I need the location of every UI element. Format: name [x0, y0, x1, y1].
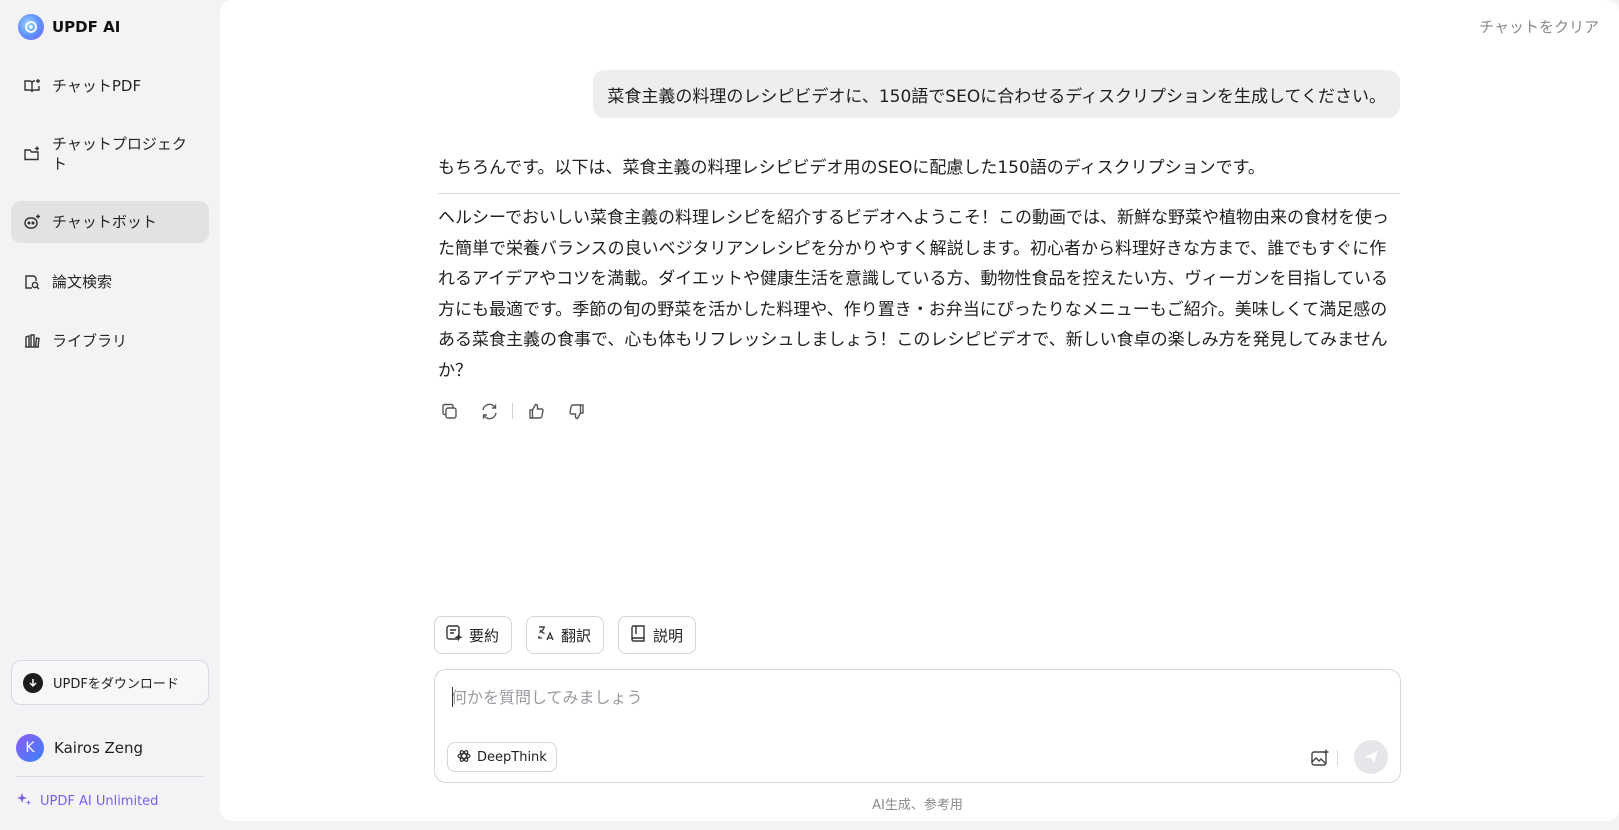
plan-label: UPDF AI Unlimited	[40, 793, 159, 809]
text-cursor	[452, 687, 453, 707]
thumbs-up-icon[interactable]	[525, 400, 547, 422]
atom-icon	[457, 748, 471, 767]
sidebar-item-label: チャットボット	[52, 213, 157, 231]
thumbs-down-icon[interactable]	[565, 400, 587, 422]
sidebar-item-label: ライブラリ	[52, 332, 128, 350]
ai-disclaimer: AI生成、参考用	[872, 798, 963, 813]
translate-button[interactable]: 翻訳	[526, 616, 604, 654]
sidebar-item-label: 論文検索	[52, 273, 113, 291]
sidebar-item-label: チャットPDF	[52, 77, 142, 95]
copy-icon[interactable]	[438, 400, 460, 422]
send-button[interactable]	[1354, 740, 1388, 774]
chat-input[interactable]	[451, 684, 1351, 710]
user-profile[interactable]: K Kairos Zeng	[16, 734, 143, 762]
translate-icon	[537, 624, 555, 646]
ai-response-body: ヘルシーでおいしい菜食主義の料理レシピを紹介するビデオへようこそ！この動画では、…	[438, 208, 1389, 381]
folder-plus-icon	[22, 144, 42, 164]
chat-input-box: DeepThink	[434, 669, 1401, 783]
explain-button[interactable]: 説明	[618, 616, 696, 654]
sparkle-icon	[16, 791, 32, 811]
download-updf-button[interactable]: UPDFをダウンロード	[11, 660, 209, 705]
brand[interactable]: UPDF AI	[18, 14, 120, 40]
user-name: Kairos Zeng	[54, 739, 144, 757]
sidebar: UPDF AI チャットPDF チャットプロジェクト チャットボット 論文検索 …	[0, 0, 220, 830]
summarize-button[interactable]: 要約	[434, 616, 512, 654]
download-label: UPDFをダウンロード	[53, 677, 179, 692]
bot-icon	[22, 212, 42, 232]
sidebar-divider	[16, 776, 204, 777]
sidebar-item-chat-project[interactable]: チャットプロジェクト	[11, 130, 209, 178]
sidebar-item-library[interactable]: ライブラリ	[11, 323, 209, 359]
sidebar-item-label: チャットプロジェクト	[52, 135, 187, 173]
image-upload-icon[interactable]	[1308, 746, 1332, 770]
regenerate-icon[interactable]	[478, 400, 500, 422]
ai-response-divider	[438, 193, 1400, 194]
ai-response-intro: もちろんです。以下は、菜食主義の料理レシピビデオ用のSEOに配慮した150語のデ…	[438, 158, 1265, 178]
download-icon	[23, 672, 43, 693]
response-actions	[438, 400, 587, 422]
deepthink-label: DeepThink	[477, 749, 547, 765]
brand-name: UPDF AI	[52, 18, 121, 36]
deepthink-toggle[interactable]: DeepThink	[447, 742, 557, 772]
user-message-bubble: 菜食主義の料理のレシピビデオに、150語でSEOに合わせるディスクリプションを生…	[593, 70, 1400, 118]
clear-chat-button[interactable]: チャットをクリア	[1479, 16, 1599, 37]
quick-action-label: 要約	[469, 626, 500, 645]
sidebar-item-chat-pdf[interactable]: チャットPDF	[11, 68, 209, 104]
updf-ai-logo-icon	[18, 14, 44, 40]
avatar: K	[16, 734, 44, 762]
sidebar-item-paper-search[interactable]: 論文検索	[11, 264, 209, 300]
chat-panel: チャットをクリア 菜食主義の料理のレシピビデオに、150語でSEOに合わせるディ…	[220, 0, 1619, 821]
quick-action-label: 翻訳	[561, 626, 592, 645]
actions-divider	[512, 403, 513, 419]
sidebar-item-chatbot[interactable]: チャットボット	[11, 201, 209, 243]
explain-book-icon	[629, 624, 647, 646]
plan-link[interactable]: UPDF AI Unlimited	[16, 791, 158, 811]
book-plus-icon	[22, 76, 42, 96]
input-divider	[1337, 750, 1338, 766]
quick-action-label: 説明	[653, 626, 684, 645]
library-icon	[22, 331, 42, 351]
summary-icon	[445, 624, 463, 646]
doc-search-icon	[22, 272, 42, 292]
